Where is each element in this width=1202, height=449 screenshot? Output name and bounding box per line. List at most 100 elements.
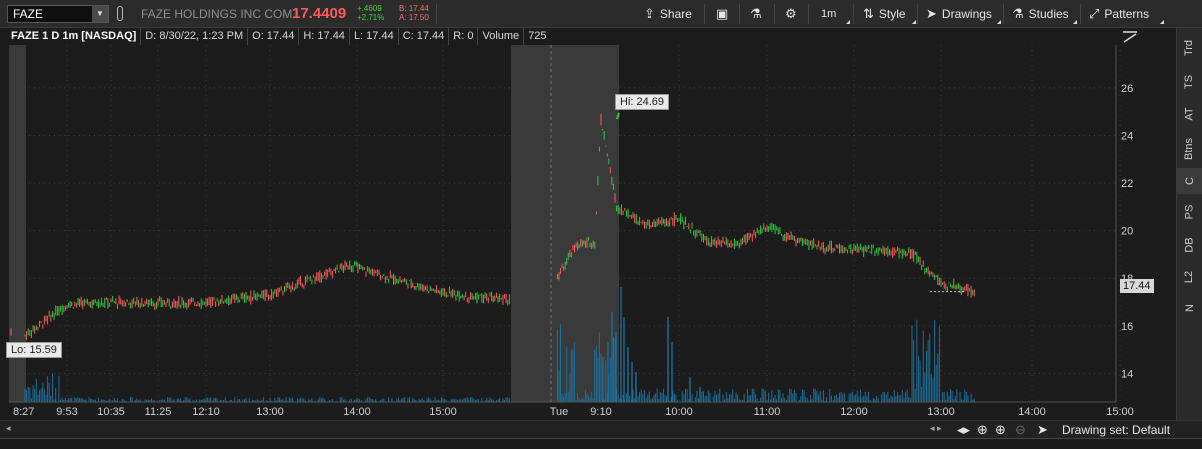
toolbar-divider [704, 4, 705, 24]
timeframe-button[interactable]: 1m [815, 0, 851, 28]
toolbar-divider [739, 4, 740, 24]
gear-icon: ⚙ [785, 6, 797, 21]
price-chart[interactable]: 14161820222426 8:279:5310:3511:2512:1013… [0, 28, 1176, 420]
expand-time-axis-icon[interactable]: ◂▸ [957, 422, 970, 438]
time-tick-label: 11:00 [754, 406, 781, 418]
range-value: R: 0 [449, 28, 479, 45]
low-marker: Lo: 15.59 [6, 342, 62, 358]
ask: A: 17.50 [399, 13, 429, 22]
patterns-icon: ⤢ [1089, 6, 1100, 21]
percent-change: +2.71% [357, 13, 385, 22]
corner-dropdown-icon [997, 20, 1001, 24]
zoom-out-icon[interactable]: ⊖ [1015, 422, 1026, 438]
close-value: C: 17.44 [398, 28, 450, 45]
open-value: O: 17.44 [248, 28, 300, 45]
side-tab-label: AT [1183, 107, 1196, 121]
cursor-icon[interactable]: ➤ [1037, 422, 1048, 438]
toolbar-divider [774, 4, 775, 24]
flask-icon: ⚗ [750, 6, 762, 21]
low-value: L: 17.44 [349, 28, 399, 45]
style-icon: ⇅ [863, 6, 874, 21]
chart-toolbar: FAZE ▼ FAZE HOLDINGS INC COM 17.4409 +.4… [0, 0, 1202, 28]
side-tab-label: TS [1183, 74, 1196, 90]
studies-button[interactable]: ⚗ Studies [1006, 0, 1078, 28]
side-tab-label: DB [1183, 237, 1196, 253]
style-button[interactable]: ⇅ Style [857, 0, 917, 28]
side-tab-db[interactable]: DB [1177, 229, 1202, 261]
side-tab-ts[interactable]: TS [1177, 68, 1202, 96]
style-label: Style [878, 7, 906, 21]
bid-ask: B: 17.44 A: 17.50 [399, 4, 429, 22]
side-tab-label: L2 [1183, 270, 1196, 284]
symbol-dropdown-icon[interactable]: ▼ [92, 6, 108, 22]
side-tab-c[interactable]: C [1177, 168, 1202, 194]
side-tab-l2[interactable]: L2 [1177, 262, 1202, 292]
timeframe-label: 1m [821, 8, 837, 20]
toolbar-divider [808, 4, 809, 24]
side-tab-at[interactable]: AT [1177, 98, 1202, 130]
company-name: FAZE HOLDINGS INC COM [141, 7, 293, 21]
last-price: 17.4409 [292, 5, 347, 22]
price-tick-label: 22 [1121, 178, 1133, 190]
share-button[interactable]: ⇪ Share [638, 0, 698, 28]
flask-button[interactable]: ⚗ [744, 0, 768, 28]
time-tick-label: 8:27 [13, 406, 34, 418]
premarket-shade [511, 45, 619, 402]
zoom-in-icon[interactable]: ⊕ [995, 422, 1006, 438]
side-tab-ps[interactable]: PS [1177, 196, 1202, 228]
time-tick-label: 11:25 [145, 406, 172, 418]
time-tick-label: 12:10 [192, 406, 220, 418]
notes-icon: ▣ [716, 6, 729, 21]
time-tick-label: 13:00 [927, 406, 955, 418]
corner-dropdown-icon [912, 20, 916, 24]
studies-label: Studies [1028, 7, 1069, 21]
share-label: Share [659, 7, 692, 21]
ohlc-info-bar: FAZE 1 D 1m [NASDAQ] D: 8/30/22, 1:23 PM… [7, 28, 551, 45]
high-value: H: 17.44 [299, 28, 350, 45]
time-tick-label: 10:00 [665, 406, 693, 418]
crosshair-icon[interactable]: ⊕ [977, 422, 988, 438]
side-tab-trd[interactable]: Trd [1177, 32, 1202, 64]
bar-date: D: 8/30/22, 1:23 PM [141, 28, 249, 45]
drawings-button[interactable]: ➤ Drawings [920, 0, 1002, 28]
time-tick-label: 12:00 [840, 406, 868, 418]
side-tab-label: Btns [1183, 137, 1196, 161]
toolbar-divider [917, 4, 918, 24]
side-tab-label: N [1183, 304, 1196, 312]
scroll-left-icon[interactable]: ◂ [6, 423, 11, 434]
cursor-icon: ➤ [926, 6, 937, 21]
link-icon[interactable] [117, 6, 123, 21]
price-tick-label: 26 [1121, 83, 1133, 95]
patterns-button[interactable]: ⤢ Patterns [1083, 0, 1165, 28]
scroll-right-icon[interactable]: ◂ ▸ [930, 423, 942, 434]
settings-button[interactable]: ⚙ [779, 0, 803, 28]
notes-button[interactable]: ▣ [710, 0, 734, 28]
symbol-text: FAZE [13, 7, 44, 21]
side-tab-n[interactable]: N [1177, 293, 1202, 323]
price-tick-label: 24 [1121, 130, 1133, 142]
high-marker: Hi: 24.69 [615, 94, 670, 110]
side-tab-label: C [1183, 177, 1196, 185]
side-tab-label: Trd [1183, 39, 1196, 57]
time-tick-label: 9:10 [590, 406, 611, 418]
time-tick-label: 15:00 [429, 406, 457, 418]
time-tick-label: 14:00 [343, 406, 371, 418]
price-tick-label: 14 [1121, 368, 1133, 380]
drawing-set-label[interactable]: Drawing set: Default [1062, 423, 1170, 437]
time-tick-label: 9:53 [56, 406, 77, 418]
chart-title[interactable]: FAZE 1 D 1m [NASDAQ] [7, 28, 142, 45]
patterns-label: Patterns [1104, 7, 1150, 21]
chart-bottom-bar: ◂ ◂ ▸ ◂▸ ⊕ ⊕ ⊖ ➤ Drawing set: Default [0, 420, 1202, 438]
volume-value: 725 [524, 28, 551, 45]
side-tab-btns[interactable]: Btns [1177, 132, 1202, 166]
symbol-input[interactable]: FAZE ▼ [7, 5, 109, 23]
net-change: +.4609 [357, 4, 382, 13]
drawings-label: Drawings [941, 7, 992, 21]
flask-icon: ⚗ [1012, 6, 1024, 21]
toolbar-divider [853, 4, 854, 24]
side-tab-label: PS [1183, 204, 1196, 220]
price-change: +.4609 +2.71% [357, 4, 384, 22]
bid: B: 17.44 [399, 4, 429, 13]
time-tick-label: 13:00 [256, 406, 284, 418]
toolbar-divider [1080, 4, 1081, 24]
